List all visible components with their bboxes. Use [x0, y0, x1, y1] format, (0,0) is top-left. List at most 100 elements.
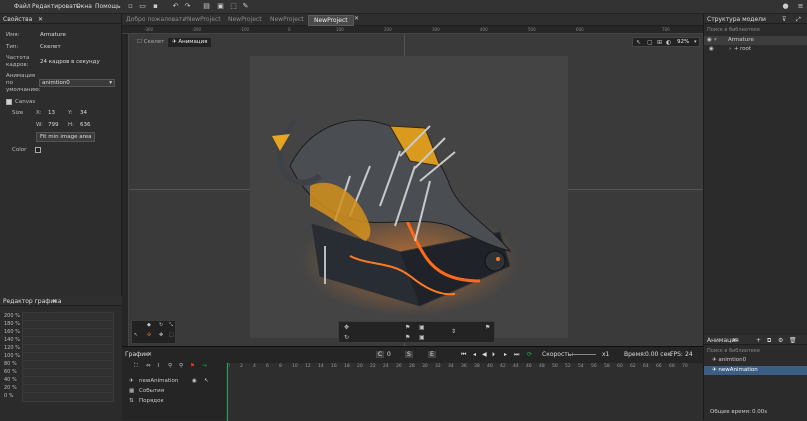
- curve-edit-icon[interactable]: ↝: [202, 363, 207, 369]
- frame-start[interactable]: 0: [387, 351, 391, 358]
- loop-icon[interactable]: ⟳: [527, 351, 532, 358]
- tab-animation-mode[interactable]: ✈ Анимация: [168, 38, 212, 47]
- select-tool-icon[interactable]: ↖: [134, 332, 138, 338]
- translate-tool-icon[interactable]: ✥: [159, 332, 163, 338]
- play-icon[interactable]: ⏵: [492, 351, 495, 359]
- undo-icon[interactable]: ↶: [172, 3, 179, 10]
- duplicate-icon[interactable]: ⧉: [767, 337, 771, 345]
- cursor-icon[interactable]: ↖: [636, 39, 641, 46]
- list-item[interactable]: ✈ animtion0: [712, 357, 746, 363]
- open-folder-icon[interactable]: ▭: [139, 3, 146, 10]
- menu-windows[interactable]: Окна: [76, 3, 92, 10]
- animation-search-input[interactable]: Поиск в библиотеке: [707, 348, 760, 354]
- close-icon[interactable]: ✕: [38, 16, 43, 23]
- last-frame-icon[interactable]: ⏭: [514, 351, 519, 359]
- first-frame-icon[interactable]: ⏮: [461, 351, 466, 359]
- redo-icon[interactable]: ↷: [184, 3, 191, 10]
- timeline-layer-row[interactable]: ▦ События: [122, 388, 222, 398]
- name-value[interactable]: Armature: [40, 32, 66, 38]
- fps-value[interactable]: 24 кадров в секунду: [40, 59, 100, 65]
- link-icon[interactable]: ⇕: [451, 328, 456, 335]
- next-key-icon[interactable]: ▸: [504, 351, 507, 358]
- fit-min-image-area-button[interactable]: Fit min image area: [36, 132, 96, 142]
- close-icon[interactable]: ✕: [147, 351, 152, 358]
- contrast-icon[interactable]: ◐: [666, 39, 671, 46]
- flag-icon[interactable]: ⚑: [190, 363, 195, 369]
- eye-icon[interactable]: ◉: [707, 37, 712, 43]
- chevron-right-icon[interactable]: ›: [729, 46, 731, 52]
- import-icon[interactable]: ▤: [203, 3, 210, 10]
- tab-skeleton-mode[interactable]: ☐ Скелет: [133, 38, 168, 47]
- zoom-value[interactable]: 92%: [677, 39, 689, 45]
- flag-icon[interactable]: ⚑: [405, 324, 410, 331]
- new-file-icon[interactable]: ▫: [127, 3, 134, 10]
- mesh-tool-icon[interactable]: ⬚: [169, 332, 174, 338]
- keyframe-mode-e[interactable]: E: [428, 351, 436, 358]
- keyframe-mode-c[interactable]: C: [376, 351, 385, 358]
- menu-help[interactable]: Помощь: [95, 3, 121, 10]
- move-icon[interactable]: ✥: [344, 324, 349, 331]
- bone-tool-icon[interactable]: ◆: [147, 322, 151, 328]
- chevron-down-icon[interactable]: ▾: [714, 37, 717, 43]
- delete-icon[interactable]: 🗑: [789, 337, 797, 344]
- model-search-input[interactable]: Поиск в библиотеке: [707, 27, 760, 33]
- w-value[interactable]: 799: [48, 122, 59, 128]
- stage-canvas[interactable]: [250, 56, 568, 338]
- chevron-down-icon[interactable]: ▾: [694, 39, 697, 45]
- key-icon[interactable]: ⚲: [179, 363, 183, 369]
- menu-icon[interactable]: ≡: [797, 3, 804, 10]
- grid-icon[interactable]: ⊞: [657, 39, 662, 46]
- tree-item-armature-row[interactable]: [704, 36, 807, 45]
- close-icon[interactable]: ✕: [52, 298, 57, 305]
- h-value[interactable]: 636: [80, 122, 91, 128]
- export-icon[interactable]: ▣: [217, 3, 224, 10]
- save-icon[interactable]: ▪: [152, 3, 159, 10]
- edit-icon[interactable]: ✎: [242, 3, 249, 10]
- filter-icon[interactable]: ⊽: [782, 16, 786, 23]
- scale-icon[interactable]: ▣: [419, 334, 425, 341]
- keyframe-mode-s[interactable]: S: [405, 351, 413, 358]
- tab-project[interactable]: *NewProject: [184, 16, 221, 23]
- publish-icon[interactable]: ⬚: [230, 3, 237, 10]
- y-value[interactable]: 34: [80, 110, 87, 116]
- timeline-layer-row[interactable]: ✈ newAnimation ◉ ↖: [122, 378, 222, 388]
- settings-icon[interactable]: ⚙: [778, 337, 783, 344]
- curve-icon[interactable]: ⌇: [157, 363, 160, 369]
- expand-icon[interactable]: ⇔: [146, 363, 151, 369]
- cursor-icon[interactable]: ↖: [204, 378, 209, 384]
- menu-edit[interactable]: Редактировать: [32, 3, 80, 10]
- fit-icon[interactable]: ⛶: [134, 363, 138, 370]
- play-reverse-icon[interactable]: ◀: [482, 351, 487, 358]
- menu-file[interactable]: Файл: [14, 3, 31, 10]
- tab-project[interactable]: NewProject: [228, 16, 262, 23]
- x-value[interactable]: 13: [48, 110, 55, 116]
- playhead[interactable]: [227, 363, 228, 421]
- eye-icon[interactable]: ◉: [192, 378, 197, 384]
- flag-icon[interactable]: ⚑: [485, 324, 490, 331]
- prev-key-icon[interactable]: ◂: [473, 351, 476, 358]
- pivot-tool-icon[interactable]: ✣: [147, 332, 151, 338]
- canvas-checkbox[interactable]: [6, 99, 12, 105]
- timeline-layer-row[interactable]: ⇅ Порядок: [122, 398, 222, 408]
- tab-project-active[interactable]: NewProject: [308, 15, 354, 26]
- tree-item-root[interactable]: root: [740, 46, 751, 52]
- close-icon[interactable]: ✕: [732, 337, 737, 344]
- timeline-track-area[interactable]: [226, 363, 703, 421]
- rotate-tool-icon[interactable]: ↻: [159, 322, 163, 328]
- default-animation-select[interactable]: animtion0 ▾: [39, 79, 115, 87]
- user-icon[interactable]: ●: [782, 3, 789, 10]
- eye-icon[interactable]: ◉: [709, 46, 714, 52]
- expand-icon[interactable]: ⤢: [796, 16, 801, 24]
- flag-icon[interactable]: ⚑: [405, 334, 410, 341]
- add-icon[interactable]: +: [756, 337, 761, 344]
- tab-project[interactable]: NewProject: [270, 16, 304, 23]
- tab-welcome[interactable]: Добро пожаловать: [126, 16, 186, 23]
- tree-item-armature[interactable]: Armature: [728, 37, 754, 43]
- graph-area[interactable]: [22, 312, 114, 402]
- color-swatch[interactable]: [35, 147, 41, 153]
- speed-slider[interactable]: [570, 354, 596, 355]
- rotate-icon[interactable]: ↻: [344, 334, 349, 341]
- scale-icon[interactable]: ▣: [419, 324, 425, 331]
- frame-icon[interactable]: ▢: [647, 39, 653, 46]
- key-icon[interactable]: ⚲: [168, 363, 172, 369]
